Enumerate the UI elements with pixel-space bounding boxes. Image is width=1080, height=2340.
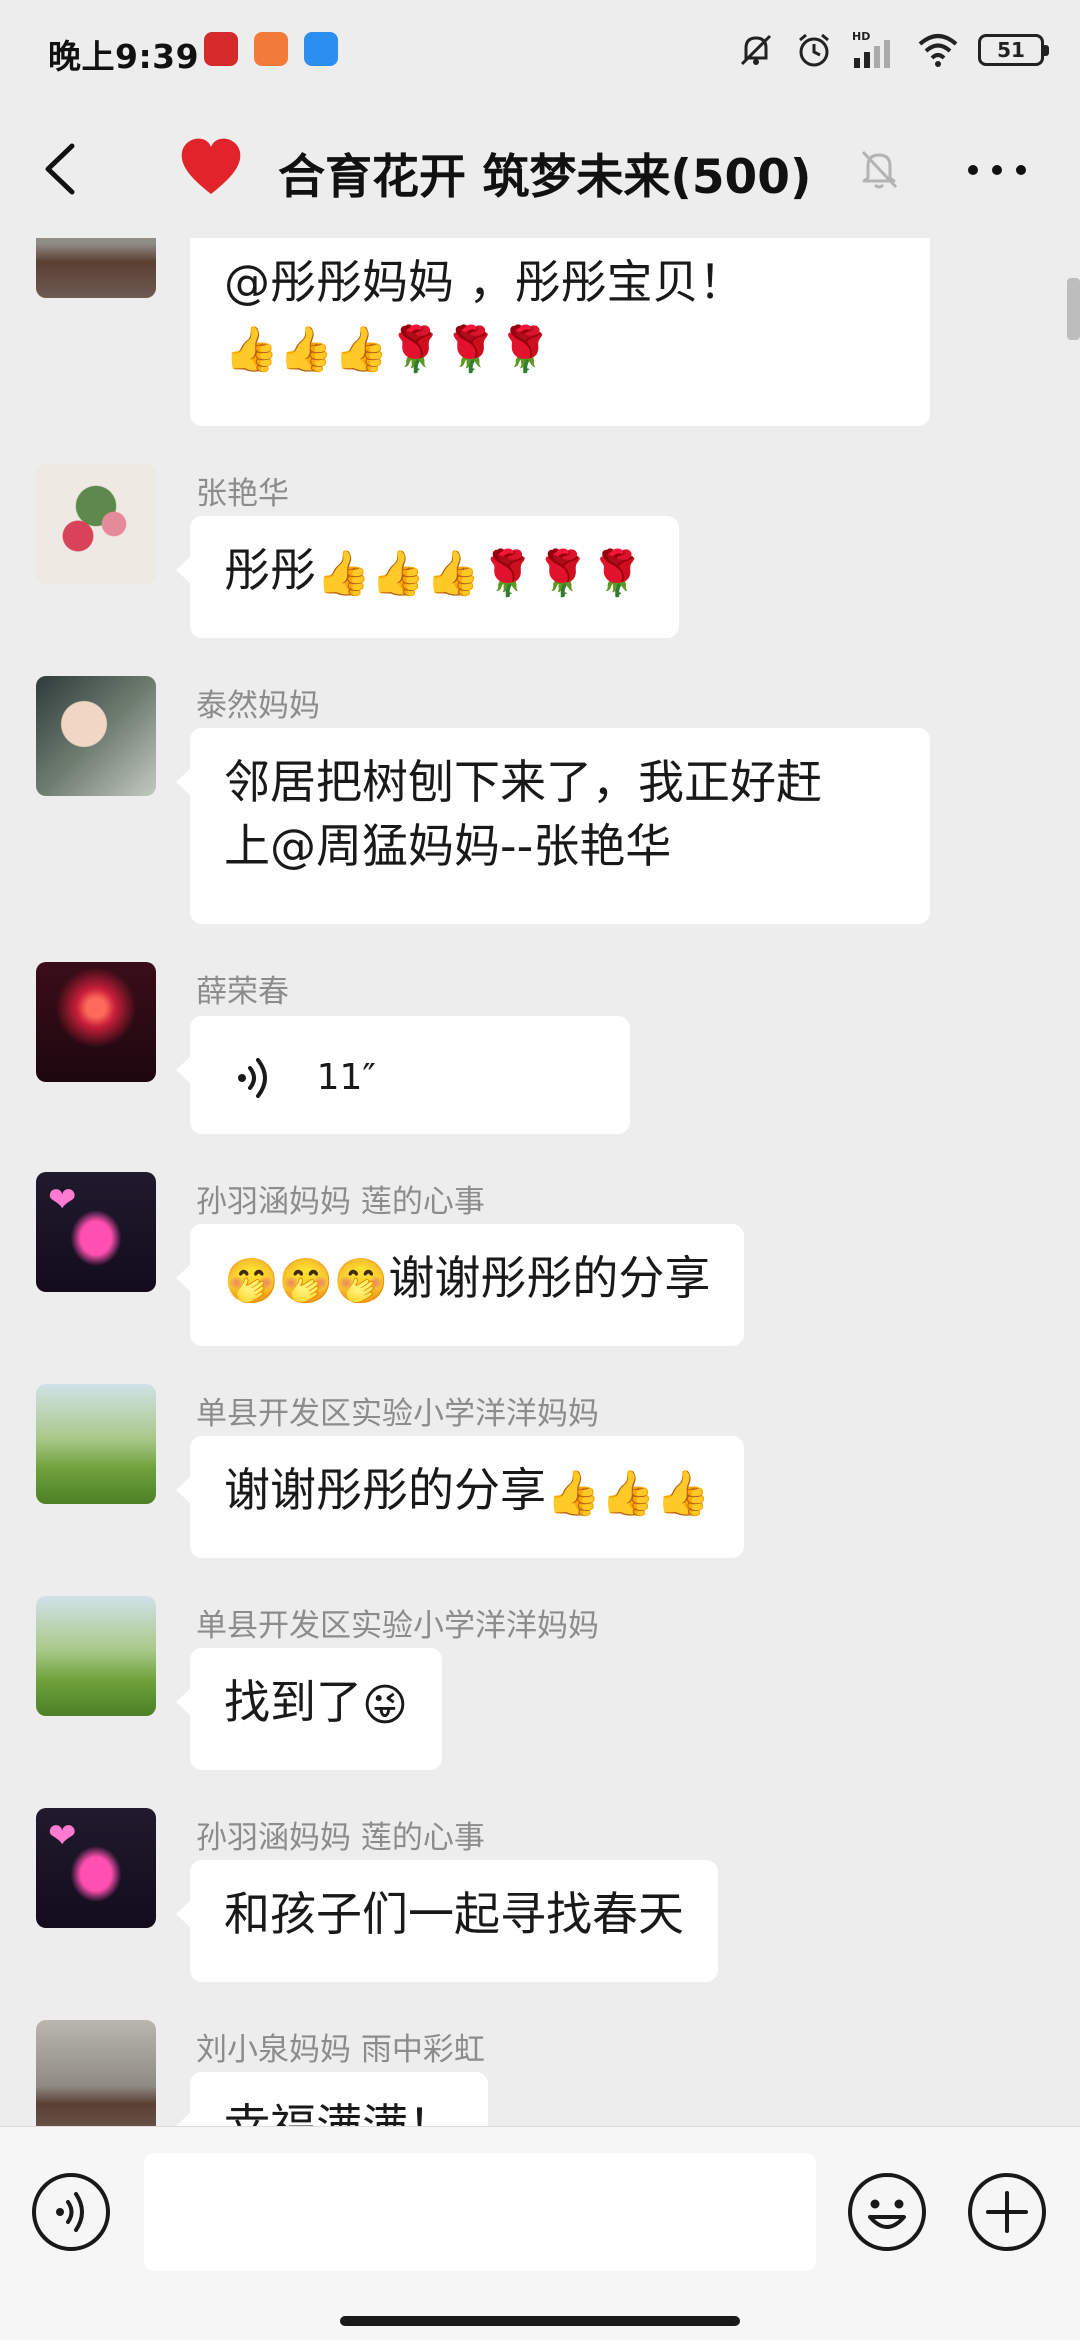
plus-circle-icon[interactable] (966, 2171, 1048, 2253)
chat-header: 合育花开 筑梦未来(500) (0, 100, 1080, 238)
sender-name: 薛荣春 (196, 974, 289, 1010)
sender-name: 单县开发区实验小学洋洋妈妈 (196, 1608, 599, 1644)
group-title: 合育花开 筑梦未来(500) (278, 150, 812, 205)
wifi-icon (918, 34, 958, 67)
message-bubble[interactable]: 幸福满满！ (176, 2072, 488, 2126)
signal-icon: HD (852, 30, 890, 68)
message-text: 谢谢彤彤的分享 (388, 1251, 711, 1305)
avatar[interactable]: ❤ (36, 1808, 156, 1928)
message-emojis: 👍👍👍🌹🌹🌹 (316, 547, 645, 599)
avatar[interactable] (36, 464, 156, 584)
battery-indicator: 51 (978, 34, 1049, 66)
message-emojis: 👍👍👍🌹🌹🌹 (224, 323, 553, 375)
emoji-smile-icon[interactable] (846, 2171, 928, 2253)
voice-input-icon[interactable] (30, 2171, 112, 2253)
message-text: 找到了 (224, 1675, 362, 1729)
avatar[interactable] (36, 2020, 156, 2126)
back-arrow-icon[interactable] (32, 136, 92, 202)
red-heart-icon (181, 138, 241, 194)
status-time: 晚上9:39 (48, 37, 200, 76)
app-notification-icon (304, 32, 338, 66)
message-bubble[interactable]: 谢谢彤彤的分享👍👍👍 (175, 1436, 745, 1558)
alarm-icon (799, 33, 829, 67)
message-bubble[interactable]: 🤭🤭🤭谢谢彤彤的分享 (175, 1224, 745, 1346)
neon-logo-icon: ❤ (48, 1816, 77, 1856)
message-bubble[interactable]: 找到了😜 (176, 1648, 442, 1770)
status-bar: 晚上9:39 HD 51 (0, 0, 1080, 100)
message-bubble[interactable]: 和孩子们一起寻找春天 (176, 1860, 718, 1982)
bell-off-icon (861, 150, 898, 189)
neon-logo-icon: ❤ (48, 1180, 77, 1220)
voice-playback-icon (238, 1057, 267, 1098)
avatar[interactable] (36, 1596, 156, 1716)
message-text: 谢谢彤彤的分享 (224, 1463, 546, 1517)
svg-text:HD: HD (852, 30, 870, 43)
message-emojis: 🤭🤭🤭 (224, 1255, 389, 1307)
sender-name: 孙羽涵妈妈 莲的心事 (196, 1184, 485, 1220)
message-text-line: 上@周猛妈妈--张艳华 (224, 819, 672, 873)
avatar[interactable] (36, 238, 156, 298)
scrollbar[interactable] (1067, 278, 1080, 340)
avatar[interactable]: ❤ (36, 1172, 156, 1292)
app-notification-icon (254, 32, 288, 66)
voice-message-bubble[interactable]: 11″ (176, 1016, 630, 1134)
home-indicator[interactable] (340, 2316, 740, 2326)
chat-screen: 晚上9:39 HD 51 合育花开 筑梦未来(500) @彤彤妈妈 ，彤彤宝贝！… (0, 0, 1080, 2340)
more-options-icon[interactable] (962, 150, 1032, 190)
message-text: 幸福满满！ (224, 2099, 454, 2126)
avatar[interactable] (36, 1384, 156, 1504)
app-notification-icon (204, 32, 238, 66)
sender-name: 单县开发区实验小学洋洋妈妈 (196, 1396, 599, 1432)
message-emojis: 😜 (362, 1679, 408, 1731)
sender-name: 张艳华 (196, 476, 289, 512)
message-list[interactable]: @彤彤妈妈 ，彤彤宝贝！👍👍👍🌹🌹🌹 张艳华 彤彤👍👍👍🌹🌹🌹 泰然妈妈 邻居把… (0, 238, 1080, 2126)
avatar[interactable] (36, 962, 156, 1082)
voice-duration: 11″ (316, 1056, 376, 1098)
message-text: 和孩子们一起寻找春天 (224, 1887, 684, 1941)
message-bubble[interactable]: @彤彤妈妈 ，彤彤宝贝！ 👍👍👍🌹🌹🌹 (190, 238, 930, 426)
sender-name: 刘小泉妈妈 雨中彩虹 (196, 2032, 485, 2068)
message-bubble[interactable]: 彤彤👍👍👍🌹🌹🌹 (176, 516, 679, 638)
message-text: 彤彤 (224, 543, 316, 597)
message-text: @彤彤妈妈 ，彤彤宝贝！ (224, 255, 745, 309)
mute-icon (740, 34, 772, 66)
input-bar (0, 2126, 1080, 2340)
message-bubble[interactable]: 邻居把树刨下来了，我正好赶 上@周猛妈妈--张艳华 (176, 728, 930, 924)
status-icons: HD 51 (736, 28, 1049, 72)
avatar[interactable] (36, 676, 156, 796)
message-emojis: 👍👍👍 (546, 1467, 711, 1519)
sender-name: 孙羽涵妈妈 莲的心事 (196, 1820, 485, 1856)
message-text-line: 邻居把树刨下来了，我正好赶 (224, 755, 822, 809)
sender-name: 泰然妈妈 (196, 688, 320, 724)
message-input[interactable] (144, 2153, 816, 2271)
